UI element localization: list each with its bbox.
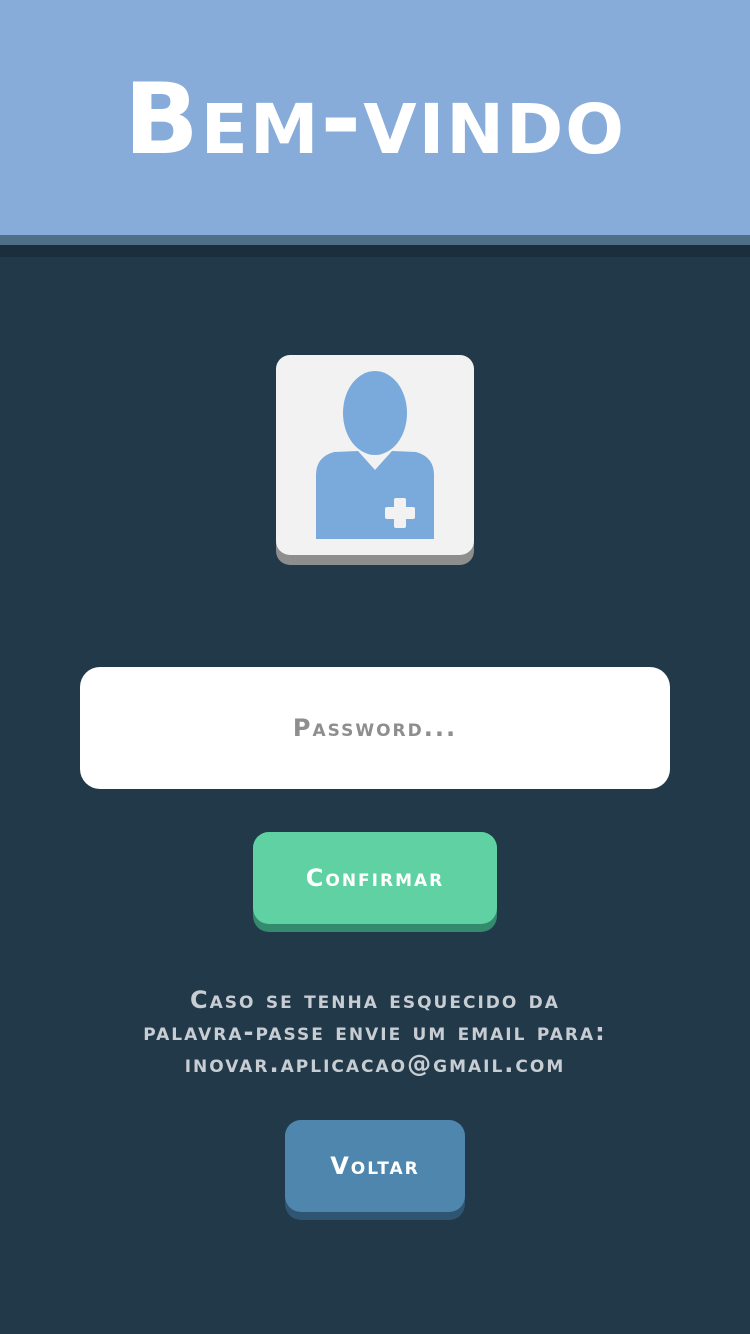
doctor-user-icon (316, 371, 434, 539)
header-bar: Bem-vindo (0, 0, 750, 235)
info-line-1: Caso se tenha esquecido da (190, 986, 560, 1014)
avatar-card (276, 355, 474, 555)
forgot-password-info: Caso se tenha esquecido da palavra-passe… (40, 984, 710, 1080)
confirm-button-label[interactable]: Confirmar (253, 832, 497, 924)
avatar (276, 355, 474, 567)
password-input[interactable] (80, 667, 670, 789)
info-email: inovar.aplicacao@gmail.com (184, 1050, 566, 1078)
header-shadow (0, 245, 750, 257)
back-button-label[interactable]: Voltar (285, 1120, 465, 1212)
confirm-button[interactable]: Confirmar (253, 832, 497, 932)
info-line-2: palavra-passe envie um email para: (143, 1018, 607, 1046)
back-button[interactable]: Voltar (285, 1120, 465, 1220)
page-title: Bem-vindo (124, 63, 626, 177)
header-divider (0, 235, 750, 245)
